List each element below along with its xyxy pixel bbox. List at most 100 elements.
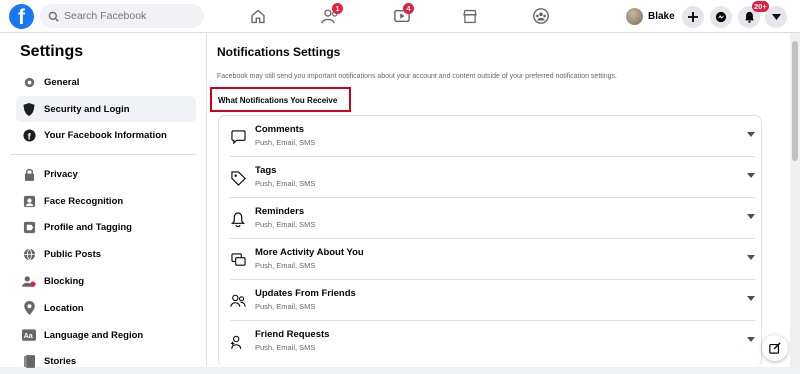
watch-badge: 4 [403, 3, 414, 14]
sidebar-item-stories[interactable]: Stories [16, 348, 196, 374]
sidebar-item-face-recognition[interactable]: Face Recognition [16, 188, 196, 214]
section-heading: What Notifications You Receive [218, 96, 338, 105]
chevron-down-icon[interactable] [747, 173, 755, 178]
sidebar-item-security[interactable]: Security and Login [16, 96, 196, 122]
sidebar-item-label: Face Recognition [44, 195, 124, 207]
sidebar-item-location[interactable]: Location [16, 295, 196, 321]
sidebar-item-public-posts[interactable]: Public Posts [16, 241, 196, 267]
top-navigation-bar: f 1 4 Blake 20+ [0, 0, 800, 33]
main-content: Notifications Settings Facebook may stil… [207, 33, 790, 367]
bell-icon [230, 211, 246, 227]
tag-icon [230, 170, 246, 186]
sidebar-item-facebook-information[interactable]: f Your Facebook Information [16, 122, 196, 148]
settings-sidebar: Settings General Security and Login f Yo… [0, 33, 207, 368]
avatar [626, 7, 643, 25]
profile-name: Blake [648, 10, 675, 22]
page-title: Notifications Settings [217, 45, 341, 59]
facebook-icon: f [22, 128, 36, 142]
chevron-down-icon[interactable] [747, 132, 755, 137]
notification-row-updates-from-friends[interactable]: Updates From Friends Push, Email, SMS [230, 280, 755, 321]
tag-icon [22, 220, 36, 234]
sidebar-item-privacy[interactable]: Privacy [16, 161, 196, 187]
sidebar-item-label: Public Posts [44, 248, 102, 260]
section-heading-highlight: What Notifications You Receive [210, 87, 351, 112]
create-button[interactable] [682, 6, 704, 28]
add-friend-icon [230, 334, 246, 350]
notification-row-reminders[interactable]: Reminders Push, Email, SMS [230, 198, 755, 239]
search-input[interactable] [64, 10, 194, 22]
scrollbar-thumb[interactable] [792, 41, 798, 161]
row-subtitle: Push, Email, SMS [255, 302, 316, 311]
home-icon [251, 9, 265, 23]
sidebar-item-label: Privacy [44, 168, 78, 180]
row-title: Tags [255, 165, 277, 176]
globe-icon [22, 247, 36, 261]
lock-icon [22, 167, 36, 181]
groups-tab[interactable] [530, 6, 552, 26]
book-icon [22, 354, 36, 368]
search-box[interactable] [40, 4, 204, 28]
block-icon [22, 274, 36, 288]
notification-row-friend-requests[interactable]: Friend Requests Push, Email, SMS [230, 321, 755, 362]
pin-icon [22, 301, 36, 315]
row-subtitle: Push, Email, SMS [255, 343, 316, 352]
friends-icon [230, 293, 246, 309]
row-title: Updates From Friends [255, 288, 356, 299]
row-title: More Activity About You [255, 247, 364, 258]
chevron-down-icon[interactable] [747, 296, 755, 301]
row-title: Friend Requests [255, 329, 330, 340]
row-title: Reminders [255, 206, 305, 217]
facebook-logo[interactable]: f [9, 4, 34, 29]
chevron-down-icon[interactable] [747, 337, 755, 342]
comment-icon [230, 129, 246, 145]
compose-icon [769, 342, 781, 354]
sidebar-item-label: Location [44, 302, 84, 314]
groups-icon [533, 8, 549, 24]
notification-note: Facebook may still send you important no… [217, 73, 618, 80]
account-menu-button[interactable] [765, 6, 787, 28]
row-subtitle: Push, Email, SMS [255, 179, 316, 188]
friends-badge: 1 [332, 3, 343, 14]
sidebar-title: Settings [20, 43, 84, 60]
page-scrollbar[interactable] [790, 33, 800, 367]
profile-link[interactable]: Blake [626, 6, 675, 26]
bell-icon [744, 11, 754, 23]
sidebar-item-label: Profile and Tagging [44, 221, 132, 233]
chevron-down-icon[interactable] [747, 214, 755, 219]
marketplace-icon [463, 9, 477, 23]
sidebar-item-label: Your Facebook Information [44, 129, 167, 141]
sidebar-item-label: Language and Region [44, 329, 144, 341]
chevron-down-icon[interactable] [747, 255, 755, 260]
sidebar-item-profile-tagging[interactable]: Profile and Tagging [16, 214, 196, 240]
row-subtitle: Push, Email, SMS [255, 138, 316, 147]
sidebar-item-general[interactable]: General [16, 69, 196, 95]
sidebar-item-blocking[interactable]: Blocking [16, 268, 196, 294]
face-icon [22, 194, 36, 208]
friends-tab[interactable]: 1 [319, 3, 343, 26]
row-title: Comments [255, 124, 305, 135]
plus-icon [688, 12, 698, 22]
messenger-icon [715, 11, 727, 23]
watch-tab[interactable]: 4 [391, 3, 414, 26]
svg-text:Aa: Aa [24, 333, 33, 340]
sidebar-item-language[interactable]: Aa Language and Region [16, 322, 196, 348]
notification-row-more-activity[interactable]: More Activity About You Push, Email, SMS [230, 239, 755, 280]
sidebar-item-label: General [44, 76, 80, 88]
sidebar-item-label: Stories [44, 355, 77, 367]
notifications-button[interactable]: 20+ [738, 1, 769, 28]
marketplace-tab[interactable] [459, 6, 481, 26]
activity-icon [230, 252, 246, 268]
row-subtitle: Push, Email, SMS [255, 261, 316, 270]
home-tab[interactable] [247, 6, 269, 26]
notification-row-tags[interactable]: Tags Push, Email, SMS [230, 157, 755, 198]
new-message-button[interactable] [762, 335, 788, 361]
messenger-button[interactable] [710, 6, 732, 28]
sidebar-item-label: Security and Login [44, 103, 130, 115]
language-icon: Aa [22, 328, 36, 342]
notification-row-comments[interactable]: Comments Push, Email, SMS [230, 116, 755, 157]
gear-icon [22, 75, 36, 89]
sidebar-divider [10, 154, 196, 155]
search-icon [48, 11, 59, 22]
notification-types-card: Comments Push, Email, SMS Tags Push, Ema… [218, 115, 762, 367]
sidebar-item-label: Blocking [44, 275, 85, 287]
